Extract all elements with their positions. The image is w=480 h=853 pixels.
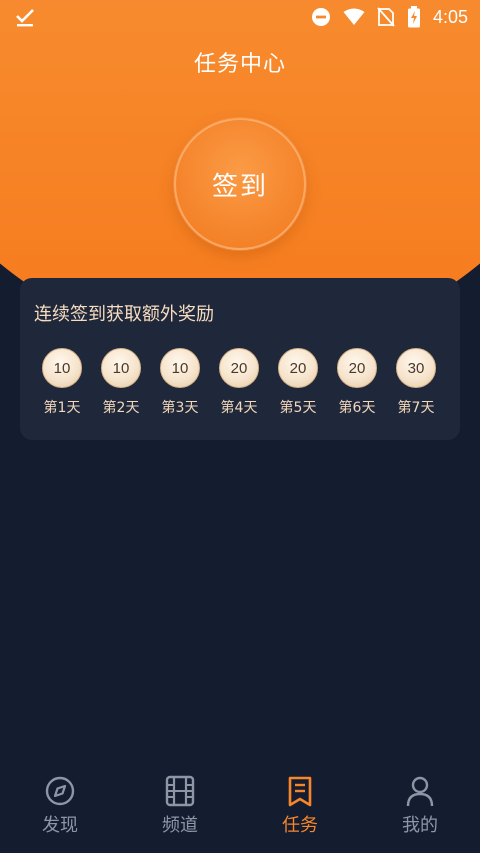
nav-discover[interactable]: 发现 <box>0 768 120 848</box>
reward-coin: 10 <box>101 348 141 388</box>
status-time: 4:05 <box>432 6 468 27</box>
reward-day-5: 20 第5天 <box>268 348 328 417</box>
day-label: 第3天 <box>161 400 199 416</box>
nav-channel[interactable]: 频道 <box>120 768 240 848</box>
reward-title: 连续签到获取额外奖励 <box>34 304 214 325</box>
day-label: 第6天 <box>338 400 376 416</box>
reward-coin: 10 <box>160 348 200 388</box>
reward-coin: 20 <box>219 348 259 388</box>
wifi-icon <box>343 8 365 25</box>
reward-coin: 20 <box>278 348 318 388</box>
do-not-disturb-icon <box>311 8 330 26</box>
no-signal-icon <box>377 7 395 27</box>
day-label: 第2天 <box>102 400 140 416</box>
reward-day-1: 10 第1天 <box>32 348 92 417</box>
user-icon <box>406 776 434 807</box>
reward-coin: 20 <box>337 348 377 388</box>
day-label: 第5天 <box>279 400 317 416</box>
compass-icon <box>45 776 75 806</box>
reward-coin: 10 <box>42 348 82 388</box>
day-label: 第4天 <box>220 400 258 416</box>
page-title: 任务中心 <box>193 52 286 77</box>
task-icon <box>288 776 312 807</box>
film-icon <box>165 775 195 807</box>
day-label: 第1天 <box>43 400 81 416</box>
sign-in-label: 签到 <box>211 171 268 202</box>
streak-reward-card: 连续签到获取额外奖励 10 第1天 10 第2天 10 第3天 20 第4天 2… <box>20 278 460 440</box>
nav-mine[interactable]: 我的 <box>360 768 480 848</box>
status-bar: 4:05 <box>0 0 480 34</box>
sign-in-button[interactable]: 签到 <box>174 118 306 250</box>
nav-label: 任务 <box>282 815 318 836</box>
reward-day-3: 10 第3天 <box>150 348 210 417</box>
nav-label: 我的 <box>402 815 438 836</box>
reward-day-2: 10 第2天 <box>91 348 151 417</box>
reward-day-7: 30 第7天 <box>386 348 446 417</box>
day-label: 第7天 <box>397 400 435 416</box>
reward-day-4: 20 第4天 <box>209 348 269 417</box>
nav-task[interactable]: 任务 <box>240 768 360 848</box>
nav-label: 频道 <box>162 815 198 836</box>
bottom-nav: 发现 频道 任务 我的 <box>0 768 480 853</box>
battery-charging-icon <box>407 6 420 28</box>
reward-day-6: 20 第6天 <box>327 348 387 417</box>
reward-coin: 30 <box>396 348 436 388</box>
task-center-screen: 4:05 任务中心 签到 连续签到获取额外奖励 10 第1天 10 第2天 10… <box>0 0 480 853</box>
download-done-icon <box>16 9 34 27</box>
nav-label: 发现 <box>42 815 78 836</box>
